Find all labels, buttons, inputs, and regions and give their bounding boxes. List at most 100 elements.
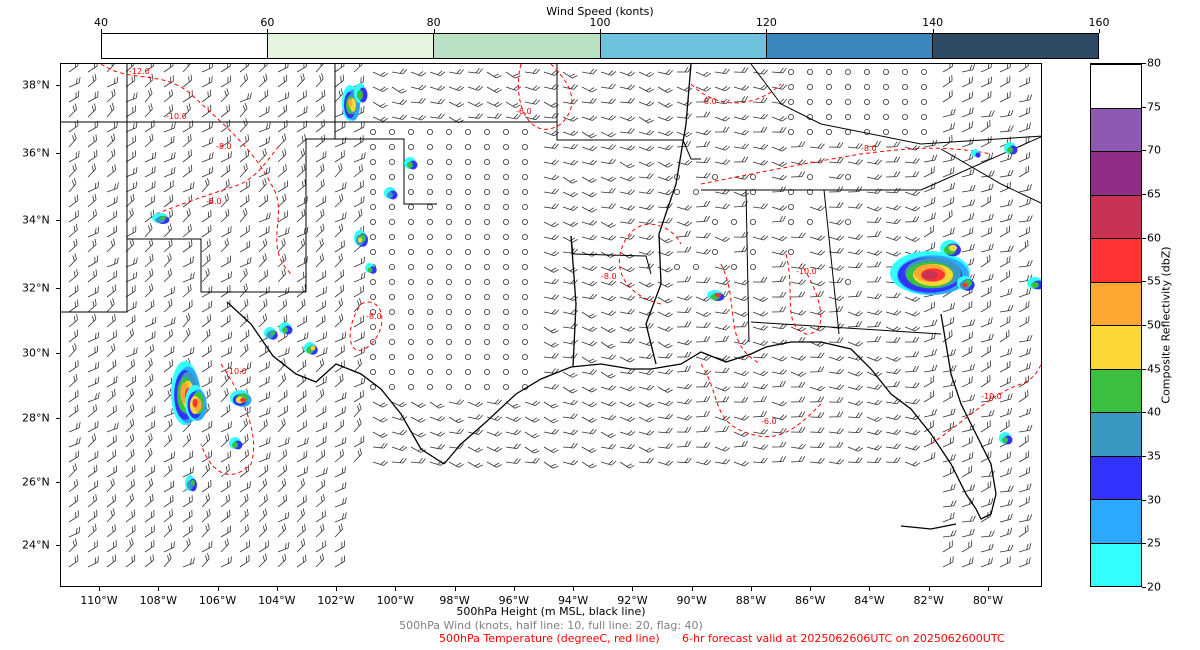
- wind-barb: [676, 351, 692, 358]
- wind-barb: [87, 376, 100, 388]
- wind-barb: [695, 248, 711, 255]
- wind-barb: [410, 97, 426, 104]
- wind-barb: [980, 543, 994, 553]
- wind-barb: [220, 75, 231, 88]
- wind-barb: [638, 204, 655, 210]
- wind-barb-calm: [388, 159, 395, 166]
- wind-barb: [315, 358, 325, 373]
- wind-barb: [467, 101, 483, 108]
- wind-barb: [220, 255, 232, 268]
- wind-barb: [448, 461, 464, 468]
- wind-barb: [562, 84, 579, 90]
- wind-barb: [942, 436, 955, 448]
- wind-barb: [676, 440, 691, 448]
- wind-barb: [657, 368, 673, 375]
- wind-barb: [828, 411, 844, 418]
- wind-barb: [828, 186, 844, 193]
- wind-barb-calm: [502, 129, 509, 136]
- wind-barb-calm: [407, 353, 414, 360]
- wind-barb: [999, 347, 1013, 358]
- wind-barb: [106, 465, 118, 478]
- wind-barb: [125, 301, 137, 313]
- wind-barb-calm: [445, 189, 452, 196]
- wind-barb: [125, 347, 138, 358]
- wind-barb: [220, 525, 231, 538]
- wind-barb: [486, 86, 502, 93]
- wind-barb-calm: [464, 189, 471, 196]
- wind-barb: [68, 103, 78, 118]
- wind-barb: [581, 131, 597, 139]
- wind-barb: [144, 87, 153, 103]
- wind-barb-calm: [369, 323, 376, 330]
- wind-barb-calm: [426, 159, 433, 166]
- wind-barb: [106, 76, 119, 88]
- state-border-line: [823, 189, 840, 335]
- radar-echo-cell: [270, 330, 276, 336]
- wind-barb: [334, 392, 347, 403]
- wind-barb: [201, 314, 212, 328]
- wind-barb: [239, 163, 248, 178]
- wind-barb-calm: [445, 353, 452, 360]
- wind-barb: [277, 180, 288, 193]
- wind-barb: [258, 238, 268, 253]
- wind-barb: [277, 91, 290, 103]
- reflectivity-colorbar-title: Composite Reflectivity (dbZ): [1159, 246, 1173, 404]
- wind-barb: [201, 177, 210, 193]
- wind-barb: [239, 283, 248, 298]
- radar-echo-cell: [367, 267, 373, 273]
- wind-barb: [942, 153, 956, 163]
- temperature-contour-label: -6.0: [206, 197, 222, 206]
- wind-barb: [258, 298, 268, 313]
- wind-barb: [600, 203, 616, 209]
- wind-barb: [600, 460, 617, 466]
- wind-barb: [524, 416, 540, 423]
- wind-barb: [619, 326, 636, 332]
- wind-barb: [1018, 435, 1029, 448]
- wind-barb: [258, 136, 270, 148]
- wind-barb: [1018, 260, 1033, 268]
- wind-barb: [619, 218, 635, 224]
- wind-barb: [980, 480, 992, 493]
- wind-barb: [258, 269, 269, 283]
- wind-barb: [866, 429, 883, 436]
- wind-barb: [771, 84, 788, 90]
- wind-barb: [315, 300, 326, 313]
- wind-barb: [182, 224, 192, 238]
- wind-barb: [68, 526, 81, 538]
- wind-barb-calm: [445, 368, 452, 375]
- wind-barb: [106, 121, 118, 133]
- wind-barb: [296, 478, 305, 493]
- wind-barb: [714, 335, 729, 343]
- wind-barb-calm: [445, 263, 452, 270]
- wind-barb: [809, 427, 825, 433]
- wind-barb-calm: [788, 203, 795, 210]
- wind-barb: [125, 524, 136, 538]
- wind-barb: [600, 83, 616, 90]
- wind-barb-calm: [388, 308, 395, 315]
- wind-barb: [220, 238, 229, 253]
- wind-barb: [106, 375, 118, 388]
- wind-barb-calm: [521, 129, 528, 136]
- wind-barb: [144, 433, 153, 448]
- map-panel: -12.0 -10.0 -8.0 -6.0 -10.0 -8.0 -6.0 -8.0 -10.0…: [60, 63, 1042, 587]
- wind-barb: [638, 416, 654, 423]
- wind-barb-calm: [369, 144, 376, 151]
- wind-barb: [600, 310, 617, 316]
- wind-barb: [828, 458, 844, 465]
- wind-barb: [543, 234, 560, 241]
- wind-barb: [581, 68, 597, 75]
- wind-barb: [163, 253, 172, 268]
- wind-barb: [543, 266, 559, 273]
- wind-colorbar-segment: [932, 34, 1099, 58]
- wind-barb-calm: [407, 263, 414, 270]
- longitude-label: 82°W: [913, 594, 944, 607]
- wind-barb: [1018, 226, 1031, 238]
- wind-barb: [562, 116, 579, 122]
- wind-barb: [752, 370, 769, 377]
- wind-barb: [581, 356, 597, 364]
- wind-barb: [638, 263, 654, 269]
- wind-barb: [562, 143, 578, 150]
- wind-barb: [239, 376, 251, 388]
- wind-barb: [885, 235, 902, 241]
- wind-colorbar-segment: [268, 34, 435, 58]
